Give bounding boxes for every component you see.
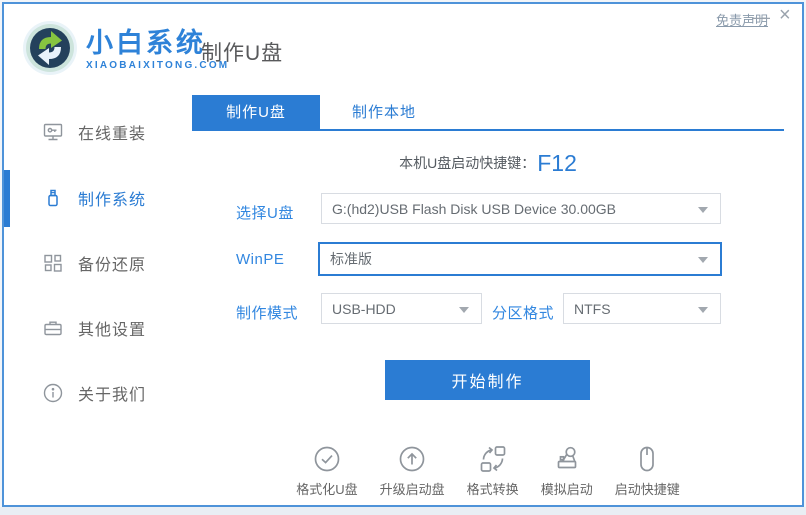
make-mode-select[interactable]: USB-HDD <box>321 293 482 324</box>
grid-icon <box>42 252 64 274</box>
page-title: 制作U盘 <box>201 42 284 65</box>
winpe-select[interactable]: 标准版 <box>318 242 722 276</box>
tool-simulate-boot[interactable]: 模拟启动 <box>541 444 593 498</box>
sidebar-item-label: 备份还原 <box>78 257 147 274</box>
app-logo-icon <box>22 20 78 76</box>
sidebar-item-label: 关于我们 <box>78 387 147 404</box>
mouse-icon <box>632 444 662 474</box>
start-make-button[interactable]: 开始制作 <box>385 360 590 400</box>
partition-format-value: NTFS <box>574 300 611 317</box>
make-mode-value: USB-HDD <box>332 300 396 317</box>
tool-format-convert[interactable]: 格式转换 <box>467 444 519 498</box>
make-mode-label: 制作模式 <box>236 305 299 322</box>
tool-boot-hotkey[interactable]: 启动快捷键 <box>615 444 680 498</box>
tab-underline <box>192 129 784 131</box>
sidebar-item-about-us[interactable]: 关于我们 <box>4 371 184 415</box>
sidebar-item-online-reinstall[interactable]: 在线重装 <box>4 110 184 154</box>
minimize-button[interactable]: — <box>752 6 770 28</box>
sidebar-item-other-settings[interactable]: 其他设置 <box>4 306 184 350</box>
usb-select-label: 选择U盘 <box>236 205 294 222</box>
partition-format-label: 分区格式 <box>492 305 555 322</box>
stamp-icon <box>552 444 582 474</box>
usb-select[interactable]: G:(hd2)USB Flash Disk USB Device 30.00GB <box>321 193 721 224</box>
convert-icon <box>478 444 508 474</box>
arrow-up-circle-icon <box>397 444 427 474</box>
chevron-down-icon <box>698 257 708 263</box>
winpe-select-label: WinPE <box>236 251 285 268</box>
sidebar-item-backup-restore[interactable]: 备份还原 <box>4 241 184 285</box>
usb-select-value: G:(hd2)USB Flash Disk USB Device 30.00GB <box>332 200 616 217</box>
window-bottom-strip <box>0 507 806 515</box>
usb-icon <box>42 187 64 209</box>
boot-hotkey-line: 本机U盘启动快捷键： F12 <box>192 146 784 180</box>
tab-make-local[interactable]: 制作本地 <box>320 95 448 131</box>
sidebar-item-label: 其他设置 <box>78 322 147 339</box>
partition-format-select[interactable]: NTFS <box>563 293 721 324</box>
info-icon <box>42 382 64 404</box>
chevron-down-icon <box>698 306 708 313</box>
chevron-down-icon <box>459 306 469 313</box>
tools-row: 格式化U盘 升级启动盘 格式转换 模拟启动 启动快捷键 <box>192 444 784 498</box>
close-button[interactable]: × <box>779 4 791 26</box>
tab-make-usb[interactable]: 制作U盘 <box>192 95 320 131</box>
tool-format-usb[interactable]: 格式化U盘 <box>296 444 358 498</box>
sidebar-item-label: 在线重装 <box>78 126 147 143</box>
tool-label: 启动快捷键 <box>614 482 680 497</box>
tool-label: 升级启动盘 <box>379 482 445 497</box>
tool-upgrade-boot-disk[interactable]: 升级启动盘 <box>380 444 445 498</box>
boot-hotkey-value: F12 <box>537 149 577 176</box>
boot-hotkey-label: 本机U盘启动快捷键： <box>399 155 536 171</box>
tool-label: 格式转换 <box>466 482 519 497</box>
chevron-down-icon <box>698 206 708 213</box>
winpe-select-value: 标准版 <box>330 251 372 267</box>
tool-label: 模拟启动 <box>540 482 593 497</box>
toolbox-icon <box>42 317 64 339</box>
tool-label: 格式化U盘 <box>296 482 358 497</box>
sidebar-item-label: 制作系统 <box>78 192 147 209</box>
check-circle-icon <box>312 444 342 474</box>
sidebar-item-make-system[interactable]: 制作系统 <box>4 176 184 220</box>
monitor-icon <box>42 121 64 143</box>
app-window: 小白系统 XIAOBAIXITONG.COM 制作U盘 免责声明 — × 在线重… <box>0 0 806 515</box>
